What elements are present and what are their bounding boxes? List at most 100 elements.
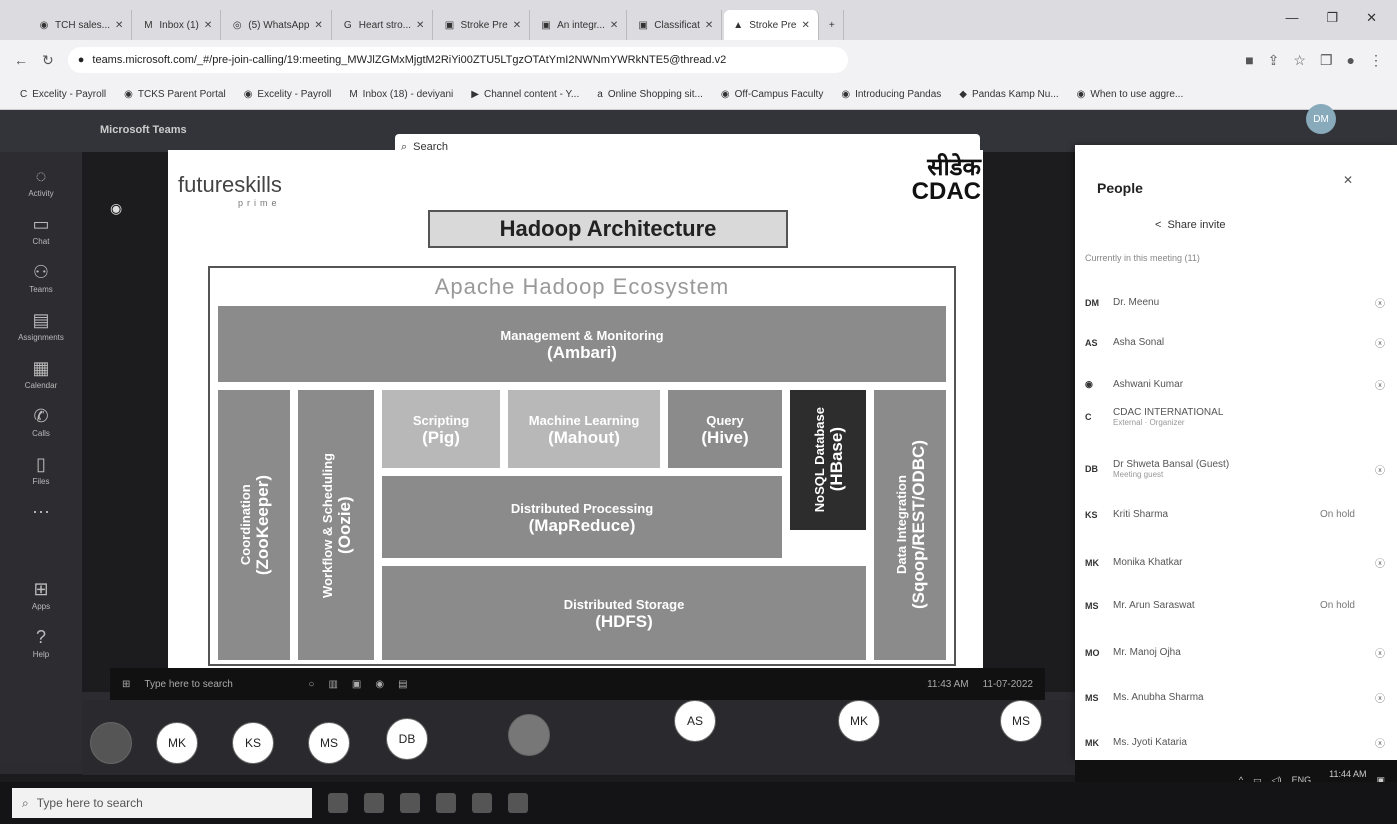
google-icon: G [343,19,352,31]
mic-muted-icon: ⓧ [1375,694,1385,705]
rail-item-calendar[interactable]: ▦ Calendar [25,358,57,390]
browser-tab-bar: ◉ TCH sales... ✕ M Inbox (1) ✕ ◎ (5) WhatsApp… [0,0,1397,40]
menu-icon[interactable]: ⋮ [1369,52,1383,69]
bookmark[interactable]: M Inbox (18) - deviyani [349,89,453,100]
browser-tab[interactable]: ◉ TCH sales... ✕ [30,10,133,40]
close-tab-icon[interactable]: ✕ [705,20,713,31]
browser-tab-active[interactable]: ▲ Stroke Pre ✕ [724,10,819,40]
participant-avatar[interactable]: MK [838,700,880,742]
rail-item-apps[interactable]: ⊞ Apps [32,579,50,611]
youtube-icon: ▶ [471,89,479,100]
machine-learning-block: Machine Learning (Mahout) [508,390,660,468]
ecosystem-diagram: Apache Hadoop Ecosystem Management & Mon… [208,266,956,666]
app-icon[interactable] [436,793,456,813]
reload-icon[interactable]: ↻ [42,52,54,69]
bookmark[interactable]: ◉ When to use aggre... [1077,89,1184,100]
participant-avatar[interactable]: MS [308,722,350,764]
participant-row[interactable]: MS Mr. Arun Saraswat On hold [1085,600,1385,611]
app-icon[interactable] [400,793,420,813]
rail-item-more[interactable]: ⋯ [32,502,50,523]
address-bar-row: ← ↻ ● teams.microsoft.com/_#/pre-join-ca… [0,40,1397,80]
app-icon[interactable] [364,793,384,813]
back-icon[interactable]: ← [14,52,28,68]
bookmark[interactable]: ▶ Channel content - Y... [471,89,579,100]
participant-row[interactable]: ◉ Ashwani Kumar ⓧ [1085,377,1385,392]
url-field[interactable]: ● teams.microsoft.com/_#/pre-join-callin… [67,47,848,73]
close-icon[interactable]: ✕ [1366,10,1377,26]
close-tab-icon[interactable]: ✕ [314,20,322,31]
rail-item-teams[interactable]: ⚇ Teams [29,262,53,294]
browser-tab[interactable]: G Heart stro... ✕ [334,10,434,40]
globe-icon: ◉ [243,89,253,100]
bookmark[interactable]: ◉ Excelity - Payroll [244,89,332,100]
participant-row[interactable]: DB Dr Shweta Bansal (Guest) Meeting guest ⓧ [1085,459,1385,479]
close-tab-icon[interactable]: ✕ [513,20,521,31]
participant-avatar[interactable]: MK [156,722,198,764]
participant-row[interactable]: AS Asha Sonal ⓧ [1085,335,1385,350]
rail-item-assignments[interactable]: ▤ Assignments [18,310,64,342]
shared-screen-taskbar: ⊞ Type here to search ○ ▥ ▣ ◉ ▤ 11:43 AM… [110,668,1045,700]
participant-row[interactable]: MK Ms. Jyoti Kataria ⓧ [1085,735,1385,750]
browser-tab[interactable]: ▣ An integr... ✕ [532,10,628,40]
participant-row[interactable]: MK Monika Khatkar ⓧ [1085,555,1385,570]
app-icon: ◉ [375,678,385,690]
participant-photo[interactable] [508,714,550,756]
close-tab-icon[interactable]: ✕ [204,20,212,31]
participant-row[interactable]: C CDAC INTERNATIONAL External · Organizer [1085,407,1385,427]
share-invite-button[interactable]: < Share invite [1155,219,1226,231]
globe-icon: ◉ [841,89,851,100]
participant-row[interactable]: DM Dr. Meenu ⓧ [1085,295,1385,310]
taskview-icon[interactable] [328,793,348,813]
sidepanel-icon[interactable]: ❒ [1320,52,1333,69]
globe-icon: ◉ [39,19,49,31]
close-tab-icon[interactable]: ✕ [416,20,424,31]
bookmark[interactable]: C Excelity - Payroll [20,89,106,100]
app-icon[interactable] [508,793,528,813]
profile-icon[interactable]: ● [1347,52,1355,68]
participant-avatar[interactable]: MS [1000,700,1042,742]
scripting-block: Scripting (Pig) [382,390,500,468]
minimize-icon[interactable]: — [1285,10,1298,26]
avatar[interactable]: DM [1306,104,1336,134]
browser-tab[interactable]: ◎ (5) WhatsApp ✕ [223,10,332,40]
app-icon[interactable] [472,793,492,813]
close-tab-icon[interactable]: ✕ [802,20,810,31]
rail-item-activity[interactable]: ◌ Activity [28,166,53,198]
bookmark[interactable]: a Online Shopping sit... [597,89,703,100]
bookmark[interactable]: ◉ Off-Campus Faculty [721,89,823,100]
bookmark[interactable]: ◆ Pandas Kamp Nu... [959,89,1058,100]
participant-avatar[interactable]: AS [674,700,716,742]
app-title: Microsoft Teams [100,124,187,136]
rail-item-calls[interactable]: ✆ Calls [32,406,50,438]
extension-icon[interactable]: ■ [1245,52,1253,68]
close-icon[interactable]: ✕ [1343,173,1353,187]
browser-tab[interactable]: ▣ Classificat ✕ [629,10,723,40]
page-icon: ▣ [444,19,455,31]
participant-avatar[interactable]: KS [232,722,274,764]
participant-avatar[interactable]: DB [386,718,428,760]
taskview-icon: ▥ [328,678,338,690]
rail-item-chat[interactable]: ▭ Chat [32,214,49,246]
mic-muted-icon: ⓧ [1375,465,1385,477]
maximize-icon[interactable]: ❐ [1326,10,1338,26]
share-icon[interactable]: ⇪ [1268,52,1280,69]
close-tab-icon[interactable]: ✕ [115,20,123,31]
rail-item-files[interactable]: ▯ Files [33,454,50,486]
teams-icon: ⚇ [32,262,50,282]
taskbar-search[interactable]: ⌕ Type here to search [12,788,312,818]
new-tab-button[interactable]: + [821,10,844,40]
star-icon[interactable]: ☆ [1293,52,1306,69]
bookmark[interactable]: ◉ TCKS Parent Portal [124,89,226,100]
bookmark[interactable]: ◉ Introducing Pandas [841,89,941,100]
bookmarks-bar: C Excelity - Payroll ◉ TCKS Parent Portal … [0,80,1397,110]
window-controls: — ❐ ✕ [1285,10,1377,26]
close-tab-icon[interactable]: ✕ [610,20,618,31]
rail-item-help[interactable]: ? Help [33,627,49,659]
browser-tab[interactable]: M Inbox (1) ✕ [134,10,222,40]
participant-row[interactable]: MO Mr. Manoj Ojha ⓧ [1085,645,1385,660]
participant-row[interactable]: KS Kriti Sharma On hold [1085,509,1385,520]
participant-row[interactable]: MS Ms. Anubha Sharma ⓧ [1085,690,1385,705]
browser-tab[interactable]: ▣ Stroke Pre ✕ [435,10,531,40]
page-icon: ▣ [541,19,551,31]
participant-avatar[interactable] [90,722,132,764]
